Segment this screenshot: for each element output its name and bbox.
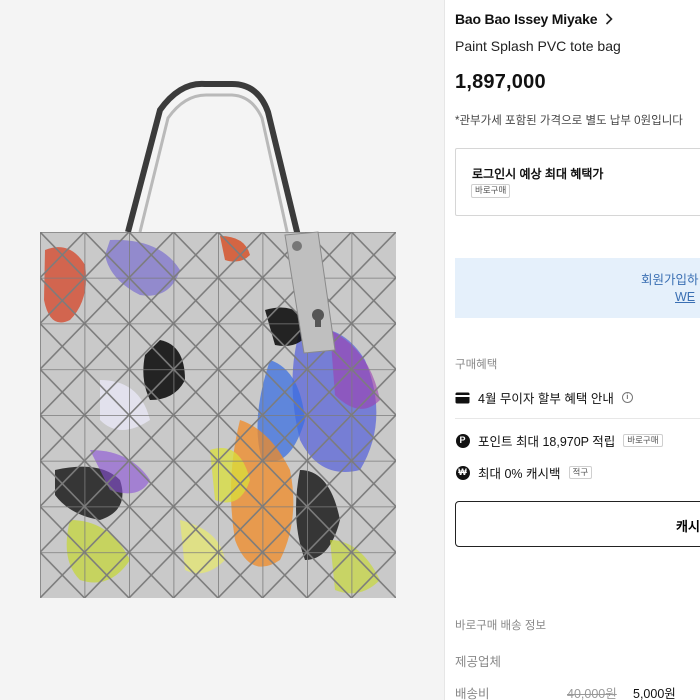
login-benefit-box[interactable]: 로그인시 예상 최대 혜택가 바로구매 <box>455 148 700 216</box>
shipping-section-title: 바로구매 배송 정보 <box>455 620 547 632</box>
point-benefit-badge: 바로구매 <box>623 433 663 448</box>
cash-purchase-button[interactable]: 캐시 <box>455 501 700 547</box>
card-icon <box>455 390 470 405</box>
point-icon: P <box>455 433 470 448</box>
shipping-fee-original: 40,000원 <box>567 687 617 700</box>
tax-note: *관부가세 포함된 가격으로 별도 납부 0원입니다 <box>455 115 683 127</box>
installment-benefit-label: 4월 무이자 할부 혜택 안내 <box>478 392 614 406</box>
direct-buy-badge: 바로구매 <box>471 184 511 198</box>
won-icon: ₩ <box>455 465 470 480</box>
cash-purchase-button-label: 캐시 <box>676 519 700 534</box>
cashback-benefit-row: ₩ 최대 0% 캐시백 적구 <box>455 463 593 482</box>
chevron-right-icon <box>605 13 613 25</box>
product-image[interactable] <box>0 0 444 700</box>
point-benefit-row: P 포인트 최대 18,970P 적립 바로구매 <box>455 431 663 450</box>
shipping-fee-sale: 5,000원 <box>633 687 676 700</box>
product-info-panel: Bao Bao Issey Miyake Paint Splash PVC to… <box>445 0 700 700</box>
benefit-divider <box>455 418 700 419</box>
cashback-benefit-label: 최대 0% 캐시백 <box>478 467 561 481</box>
brand-name: Bao Bao Issey Miyake <box>455 11 598 27</box>
product-name: Paint Splash PVC tote bag <box>455 38 621 54</box>
login-benefit-title: 로그인시 예상 최대 혜택가 <box>472 167 604 181</box>
installment-benefit-row[interactable]: 4월 무이자 할부 혜택 안내 i <box>455 388 633 407</box>
product-price: 1,897,000 <box>455 71 546 93</box>
signup-banner-link[interactable]: WE <box>675 290 695 304</box>
shipping-provider-label: 제공업체 <box>455 655 502 669</box>
brand-link[interactable]: Bao Bao Issey Miyake <box>455 11 613 27</box>
signup-banner[interactable]: 회원가입하 WE <box>455 258 700 318</box>
point-benefit-label: 포인트 최대 18,970P 적립 <box>478 435 616 449</box>
shipping-fee-label: 배송비 <box>455 687 490 700</box>
info-icon[interactable]: i <box>621 392 633 403</box>
signup-banner-text: 회원가입하 <box>641 273 699 287</box>
benefits-section-title: 구매혜택 <box>455 359 498 371</box>
cashback-benefit-badge: 적구 <box>568 465 593 480</box>
tote-bag-image <box>40 80 396 598</box>
